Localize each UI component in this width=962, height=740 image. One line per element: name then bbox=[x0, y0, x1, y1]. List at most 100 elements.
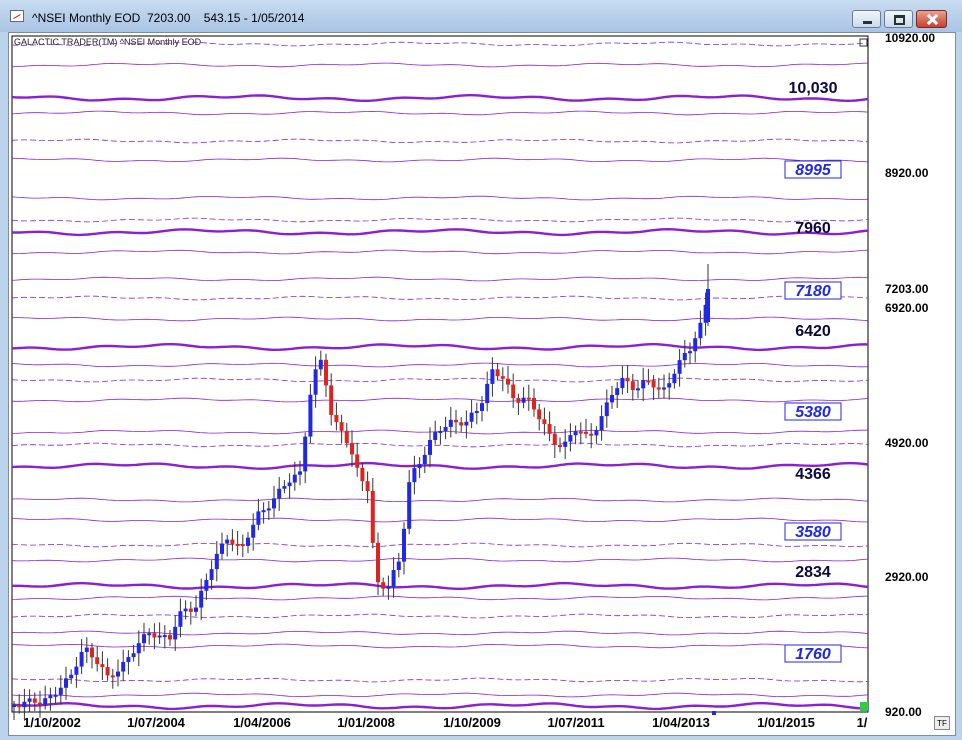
candle-body bbox=[355, 454, 360, 468]
candle-body bbox=[480, 403, 484, 411]
candle-body bbox=[339, 422, 344, 431]
candle-body bbox=[464, 421, 469, 426]
candle-body bbox=[526, 397, 531, 400]
chart-caption: GALACTIC TRADER(TM) ^NSEI Monthly EOD bbox=[14, 37, 202, 47]
candle-body bbox=[183, 608, 188, 612]
candle-body bbox=[485, 383, 490, 404]
candle-body bbox=[573, 431, 578, 436]
level-label: 8995 bbox=[795, 162, 832, 179]
candle-body bbox=[594, 430, 599, 436]
candle-body bbox=[656, 387, 661, 390]
candle-body bbox=[90, 647, 94, 658]
candle-body bbox=[64, 678, 68, 688]
last-candle-body bbox=[706, 289, 710, 322]
candle-body bbox=[48, 695, 53, 699]
candle-body bbox=[292, 474, 297, 483]
candle-body bbox=[100, 664, 105, 668]
candle-body bbox=[303, 436, 308, 472]
cursor-marker bbox=[712, 711, 716, 715]
timeframe-button[interactable]: TF bbox=[934, 716, 950, 730]
candle-body bbox=[417, 464, 422, 469]
x-tick-label: 1/01/2015 bbox=[757, 715, 815, 730]
candle-body bbox=[495, 369, 500, 377]
candle-body bbox=[469, 412, 474, 422]
y-tick-label: 6920.00 bbox=[885, 301, 929, 315]
candle-body bbox=[412, 468, 417, 483]
candle-body bbox=[563, 441, 568, 447]
candle-body bbox=[682, 352, 687, 361]
candle-body bbox=[662, 387, 666, 390]
y-tick-label: 8920.00 bbox=[885, 166, 929, 180]
candle-body bbox=[235, 543, 240, 546]
candle-body bbox=[272, 498, 276, 509]
x-tick-label: 1/ bbox=[857, 715, 868, 730]
candle-body bbox=[95, 657, 100, 665]
candle-body bbox=[677, 360, 682, 374]
candle-body bbox=[105, 667, 110, 676]
candle-body bbox=[490, 369, 495, 384]
x-tick-label: 1/04/2006 bbox=[233, 715, 291, 730]
candle-body bbox=[516, 398, 521, 403]
level-label: 5380 bbox=[795, 404, 831, 421]
candle-body bbox=[131, 653, 136, 658]
candle-body bbox=[537, 409, 542, 420]
candle-body bbox=[532, 397, 536, 410]
candle-body bbox=[194, 607, 198, 612]
candle-body bbox=[334, 414, 339, 423]
plot-area bbox=[11, 35, 869, 713]
candle-body bbox=[74, 666, 79, 675]
candle-body bbox=[620, 377, 625, 389]
candle-body bbox=[370, 491, 375, 543]
candle-body bbox=[391, 570, 396, 587]
candle-body bbox=[521, 397, 526, 403]
candle-body bbox=[69, 674, 74, 679]
candle-body bbox=[214, 553, 219, 570]
candle-body bbox=[396, 561, 401, 571]
candle-body bbox=[448, 419, 453, 427]
candle-body bbox=[547, 424, 552, 434]
candle-body bbox=[136, 643, 141, 654]
candle-body bbox=[12, 705, 16, 707]
x-tick-label: 1/10/2009 bbox=[443, 715, 501, 730]
candle-body bbox=[173, 626, 178, 640]
candle-body bbox=[318, 359, 323, 370]
y-tick-label: 2920.00 bbox=[885, 570, 929, 584]
candle-body bbox=[506, 378, 510, 385]
candle-body bbox=[350, 443, 354, 455]
candle-body bbox=[610, 395, 614, 403]
candle-body bbox=[298, 471, 302, 475]
candle-body bbox=[251, 524, 256, 538]
candle-body bbox=[142, 634, 146, 644]
candle-body bbox=[32, 698, 37, 703]
candle-body bbox=[266, 508, 271, 511]
candle-body bbox=[698, 322, 703, 339]
candle-body bbox=[625, 377, 630, 382]
candle-body bbox=[500, 376, 505, 379]
candle-body bbox=[329, 385, 334, 415]
x-tick-label: 1/10/2002 bbox=[23, 715, 81, 730]
candle-body bbox=[220, 543, 224, 554]
candle-body bbox=[376, 542, 380, 583]
x-tick-label: 1/07/2011 bbox=[547, 715, 604, 730]
candle-body bbox=[615, 388, 620, 396]
candle-body bbox=[558, 445, 562, 448]
candle-body bbox=[313, 369, 318, 395]
candle-body bbox=[256, 511, 261, 525]
level-label: 2834 bbox=[795, 564, 831, 581]
candle-body bbox=[178, 611, 183, 627]
candle-body bbox=[568, 435, 573, 442]
candle-body bbox=[459, 422, 464, 426]
candle-body bbox=[386, 586, 391, 589]
candle-body bbox=[651, 380, 656, 388]
candle-body bbox=[402, 528, 406, 562]
candle-body bbox=[630, 381, 635, 391]
candle-body bbox=[188, 608, 193, 612]
price-chart[interactable]: GALACTIC TRADER(TM) ^NSEI Monthly EOD 109… bbox=[0, 0, 962, 740]
candle-body bbox=[246, 537, 250, 546]
candle-body bbox=[422, 454, 427, 465]
candle-body bbox=[604, 402, 609, 417]
candle-body bbox=[27, 698, 32, 702]
level-label: 6420 bbox=[795, 323, 831, 340]
candle-body bbox=[282, 486, 287, 489]
candle-body bbox=[38, 702, 42, 705]
